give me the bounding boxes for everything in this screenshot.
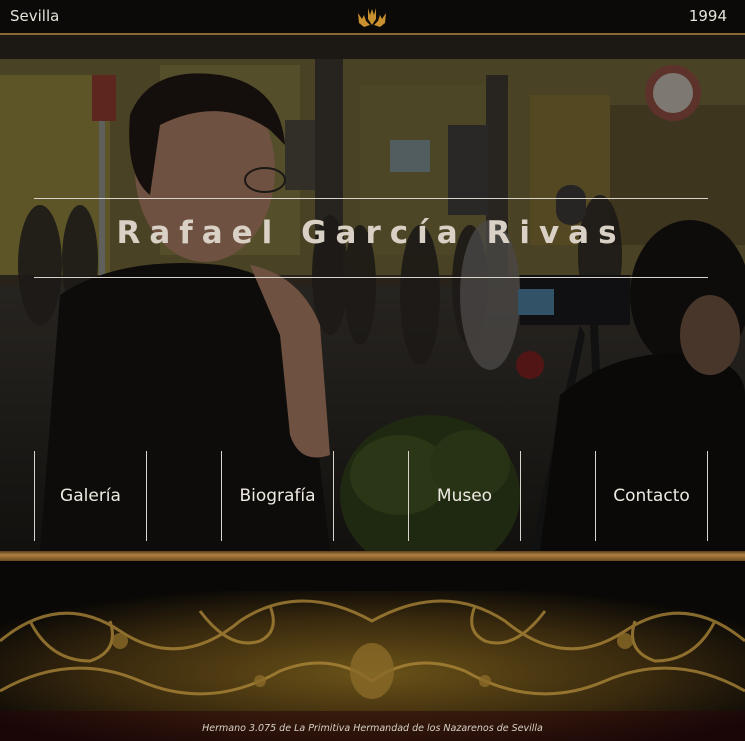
hero-title: Rafael García Rivas xyxy=(116,215,626,251)
title-divider-bottom xyxy=(34,277,708,278)
hands-emblem-icon[interactable] xyxy=(354,5,390,29)
nav-contacto-link[interactable]: Contacto xyxy=(595,451,708,541)
city-label: Sevilla xyxy=(10,7,60,25)
gold-divider-band xyxy=(0,551,745,561)
hero-section: Rafael García Rivas Galería Biografía Mu… xyxy=(0,35,745,551)
year-label: 1994 xyxy=(688,7,727,25)
nav-galeria-link[interactable]: Galería xyxy=(34,451,147,541)
title-divider-top xyxy=(34,198,708,199)
ornamental-embroidery-pattern xyxy=(0,561,745,741)
nav-museo-link[interactable]: Museo xyxy=(408,451,521,541)
top-bar: Sevilla 1994 xyxy=(0,0,745,35)
nav-biografia-link[interactable]: Biografía xyxy=(221,451,334,541)
footer-caption: Hermano 3.075 de La Primitiva Hermandad … xyxy=(202,723,543,734)
footer: Hermano 3.075 de La Primitiva Hermandad … xyxy=(0,561,745,741)
